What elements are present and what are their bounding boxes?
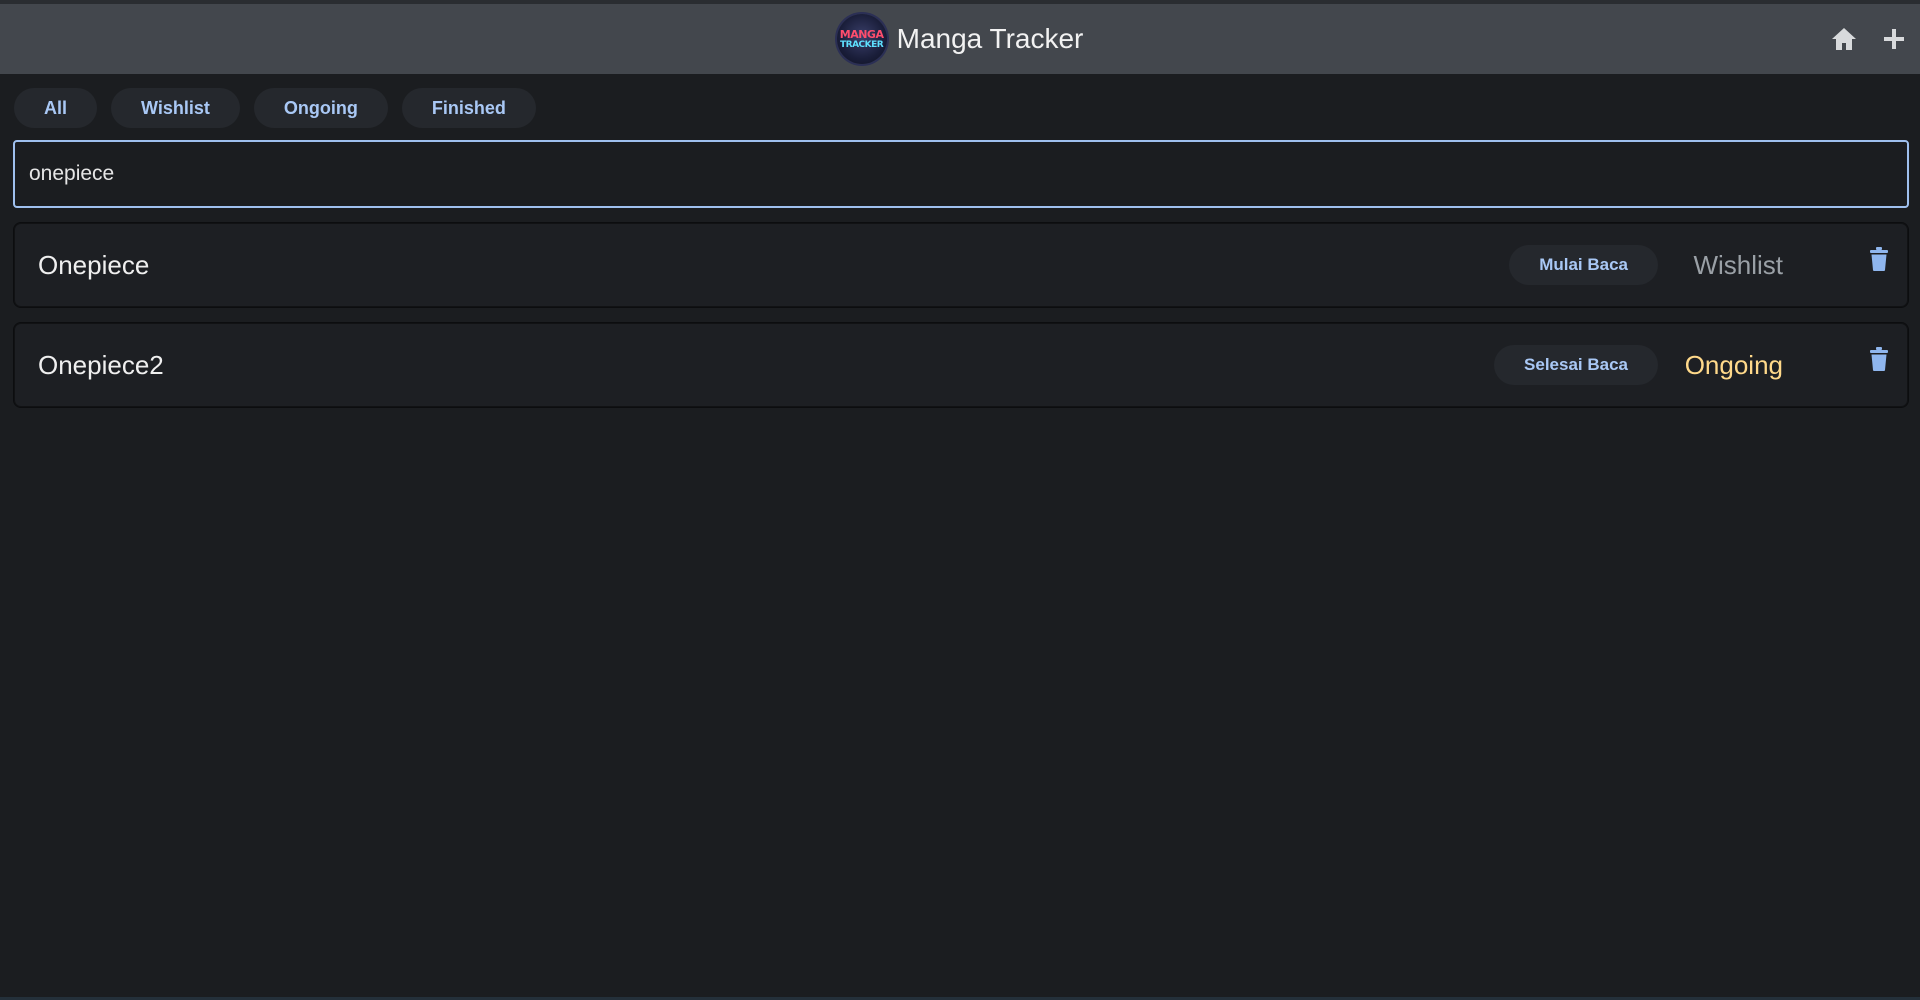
finish-reading-button[interactable]: Selesai Baca <box>1494 345 1658 385</box>
filter-ongoing[interactable]: Ongoing <box>253 88 388 128</box>
trash-icon <box>1870 247 1888 271</box>
status-label: Ongoing <box>1684 349 1783 380</box>
filter-wishlist[interactable]: Wishlist <box>111 88 240 128</box>
add-button[interactable] <box>1880 25 1908 53</box>
filter-finished[interactable]: Finished <box>401 88 536 128</box>
filter-all[interactable]: All <box>14 88 98 128</box>
delete-button[interactable] <box>1870 247 1888 276</box>
status-label: Wishlist <box>1693 249 1783 280</box>
trash-icon <box>1870 347 1888 371</box>
header-actions <box>1830 4 1908 74</box>
list-item: Onepiece Mulai Baca Wishlist <box>13 222 1909 308</box>
search-box <box>13 140 1909 208</box>
manga-list: Onepiece Mulai Baca Wishlist Onepiece2 S… <box>13 222 1909 422</box>
manga-title: Onepiece <box>38 249 150 280</box>
filter-tabs: All Wishlist Ongoing Finished <box>14 88 536 128</box>
start-reading-button[interactable]: Mulai Baca <box>1509 245 1658 285</box>
search-input[interactable] <box>29 162 1893 186</box>
app-header: MANGA TRACKER Manga Tracker <box>0 4 1920 74</box>
manga-title: Onepiece2 <box>38 349 164 380</box>
list-item: Onepiece2 Selesai Baca Ongoing <box>13 322 1909 408</box>
logo-text-bottom: TRACKER <box>840 39 884 50</box>
app-title: Manga Tracker <box>896 23 1084 54</box>
home-icon <box>1832 28 1856 50</box>
logo-text-top: MANGA <box>839 27 884 41</box>
delete-button[interactable] <box>1870 347 1888 376</box>
plus-icon <box>1884 29 1904 49</box>
app-logo: MANGA TRACKER <box>836 14 887 64</box>
brand[interactable]: MANGA TRACKER Manga Tracker <box>836 14 1084 64</box>
home-button[interactable] <box>1830 25 1858 53</box>
